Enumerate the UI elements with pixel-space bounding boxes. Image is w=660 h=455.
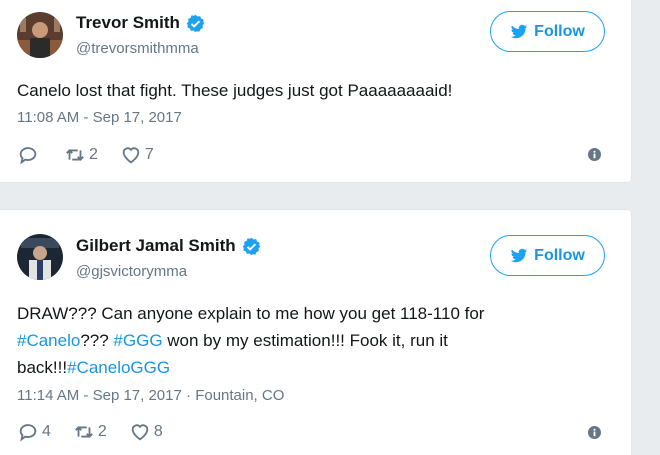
tweet-text: Canelo lost that fight. These judges jus… <box>17 81 453 100</box>
tweet-card: Gilbert Jamal Smith @gjsvictorymma Follo… <box>0 209 632 455</box>
follow-label: Follow <box>534 246 585 264</box>
reply-button[interactable] <box>17 144 42 166</box>
meta-separator: · <box>181 387 196 404</box>
follow-label: Follow <box>534 22 585 40</box>
tweet-meta: 11:14 AM - Sep 17, 2017 · Fountain, CO <box>17 387 284 404</box>
reply-count: 4 <box>42 423 51 440</box>
author-handle[interactable]: @trevorsmithmma <box>76 40 199 57</box>
like-button[interactable]: 7 <box>120 144 154 166</box>
author-handle[interactable]: @gjsvictorymma <box>76 263 187 280</box>
heart-icon <box>131 424 149 441</box>
author-name[interactable]: Gilbert Jamal Smith <box>76 236 236 256</box>
reply-icon <box>19 147 37 165</box>
hashtag-link[interactable]: #GGG <box>113 331 162 350</box>
author-name[interactable]: Trevor Smith <box>76 13 180 33</box>
retweet-icon <box>66 149 84 161</box>
follow-button[interactable]: Follow <box>490 11 605 52</box>
verified-badge-icon <box>242 237 260 255</box>
like-button[interactable]: 8 <box>129 421 163 443</box>
retweet-count: 2 <box>89 146 98 163</box>
retweet-count: 2 <box>97 423 107 440</box>
tweet-text-part: DRAW??? Can anyone explain to me how you… <box>17 304 485 323</box>
tweet-timestamp[interactable]: 11:14 AM - Sep 17, 2017 <box>17 387 182 404</box>
tweet-card: Trevor Smith @trevorsmithmma Follow Cane… <box>0 0 632 183</box>
like-count: 7 <box>144 146 154 163</box>
info-icon[interactable] <box>588 148 601 161</box>
retweet-icon <box>75 426 93 438</box>
tweet-location[interactable]: Fountain, CO <box>195 387 284 404</box>
twitter-bird-icon <box>510 248 528 262</box>
follow-button[interactable]: Follow <box>490 235 605 276</box>
reply-icon <box>19 424 37 442</box>
verified-badge-icon <box>186 14 205 32</box>
hashtag-link[interactable]: #CaneloGGG <box>67 358 170 377</box>
tweet-actions: 4 2 8 <box>17 421 185 443</box>
tweet-text-part: ??? <box>80 331 114 350</box>
reply-button[interactable]: 4 <box>17 421 51 443</box>
tweet-text: DRAW??? Can anyone explain to me how you… <box>17 300 577 381</box>
twitter-bird-icon <box>510 24 528 38</box>
heart-icon <box>122 147 140 164</box>
like-count: 8 <box>153 423 163 440</box>
info-icon[interactable] <box>588 426 601 439</box>
tweet-actions: 2 7 <box>17 144 176 166</box>
author-row: Gilbert Jamal Smith <box>76 236 261 256</box>
author-row: Trevor Smith <box>76 13 205 33</box>
hashtag-link[interactable]: #Canelo <box>17 331 80 350</box>
avatar[interactable] <box>17 234 63 280</box>
avatar[interactable] <box>17 12 63 58</box>
retweet-button[interactable]: 2 <box>73 421 107 443</box>
retweet-button[interactable]: 2 <box>64 144 98 166</box>
tweet-timestamp[interactable]: 11:08 AM - Sep 17, 2017 <box>17 109 182 126</box>
